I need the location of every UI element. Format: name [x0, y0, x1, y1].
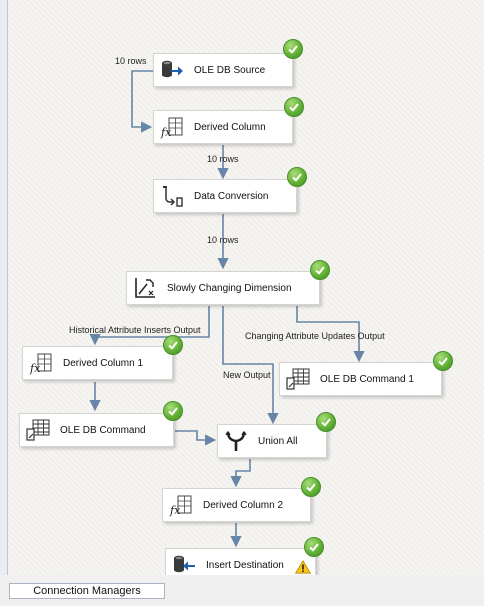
- success-check-icon: [284, 97, 304, 117]
- data-conversion-icon: [160, 184, 184, 208]
- task-label: Insert Destination: [206, 559, 284, 571]
- svg-text:fx: fx: [169, 504, 181, 517]
- task-derived-column[interactable]: fx Derived Column: [153, 110, 293, 144]
- task-label: Derived Column: [194, 121, 266, 133]
- task-label: Derived Column 1: [63, 357, 144, 369]
- task-data-conversion[interactable]: Data Conversion: [153, 179, 297, 213]
- data-flow-canvas[interactable]: 10 rows 10 rows 10 rows Historical Attri…: [7, 0, 484, 576]
- svg-text:fx: fx: [29, 362, 41, 375]
- success-check-icon: [163, 335, 183, 355]
- bottom-tab-bar: Connection Managers: [0, 575, 484, 606]
- task-derived-column-1[interactable]: fx Derived Column 1: [22, 346, 173, 380]
- success-check-icon: [304, 537, 324, 557]
- success-check-icon: [310, 260, 330, 280]
- task-label: Derived Column 2: [203, 499, 284, 511]
- task-label: Slowly Changing Dimension: [167, 282, 292, 294]
- path-label-conversion-rows: 10 rows: [207, 235, 239, 245]
- derived-column-icon: fx: [169, 493, 193, 517]
- task-label: Union All: [258, 435, 298, 447]
- success-check-icon: [283, 39, 303, 59]
- tab-connection-managers[interactable]: Connection Managers: [9, 583, 165, 599]
- warning-icon: [295, 560, 311, 574]
- task-ole-db-command[interactable]: OLE DB Command: [19, 413, 174, 447]
- success-check-icon: [433, 351, 453, 371]
- success-check-icon: [163, 401, 183, 421]
- task-ole-db-source[interactable]: OLE DB Source: [153, 53, 293, 87]
- task-insert-destination[interactable]: Insert Destination: [165, 548, 316, 575]
- success-check-icon: [316, 412, 336, 432]
- svg-text:fx: fx: [160, 126, 172, 139]
- derived-column-icon: fx: [160, 115, 184, 139]
- path-scd-to-union: [222, 306, 279, 425]
- task-ole-db-command-1[interactable]: OLE DB Command 1: [279, 362, 442, 396]
- ole-db-command-icon: [286, 367, 310, 391]
- task-slowly-changing-dimension[interactable]: Slowly Changing Dimension: [126, 271, 320, 305]
- task-union-all[interactable]: Union All: [217, 424, 327, 458]
- derived-column-icon: fx: [29, 351, 53, 375]
- task-derived-column-2[interactable]: fx Derived Column 2: [162, 488, 311, 522]
- task-label: OLE DB Command 1: [320, 373, 414, 385]
- path-label-historical-output: Historical Attribute Inserts Output: [69, 325, 201, 335]
- success-check-icon: [287, 167, 307, 187]
- ole-db-destination-icon: [172, 553, 196, 575]
- path-label-derived-rows: 10 rows: [207, 154, 239, 164]
- path-label-changing-output: Changing Attribute Updates Output: [245, 331, 385, 341]
- path-command-to-union: [175, 430, 217, 446]
- ole-db-command-icon: [26, 418, 50, 442]
- task-label: OLE DB Source: [194, 64, 266, 76]
- path-source-to-derived: [131, 70, 154, 133]
- path-union-to-derived2: [230, 459, 251, 488]
- path-label-source-rows: 10 rows: [115, 56, 147, 66]
- task-label: Data Conversion: [194, 190, 269, 202]
- path-label-new-output: New Output: [223, 370, 271, 380]
- task-label: OLE DB Command: [60, 424, 146, 436]
- slowly-changing-dimension-icon: [133, 276, 157, 300]
- success-check-icon: [301, 477, 321, 497]
- ole-db-source-icon: [160, 58, 184, 82]
- union-all-icon: [224, 429, 248, 453]
